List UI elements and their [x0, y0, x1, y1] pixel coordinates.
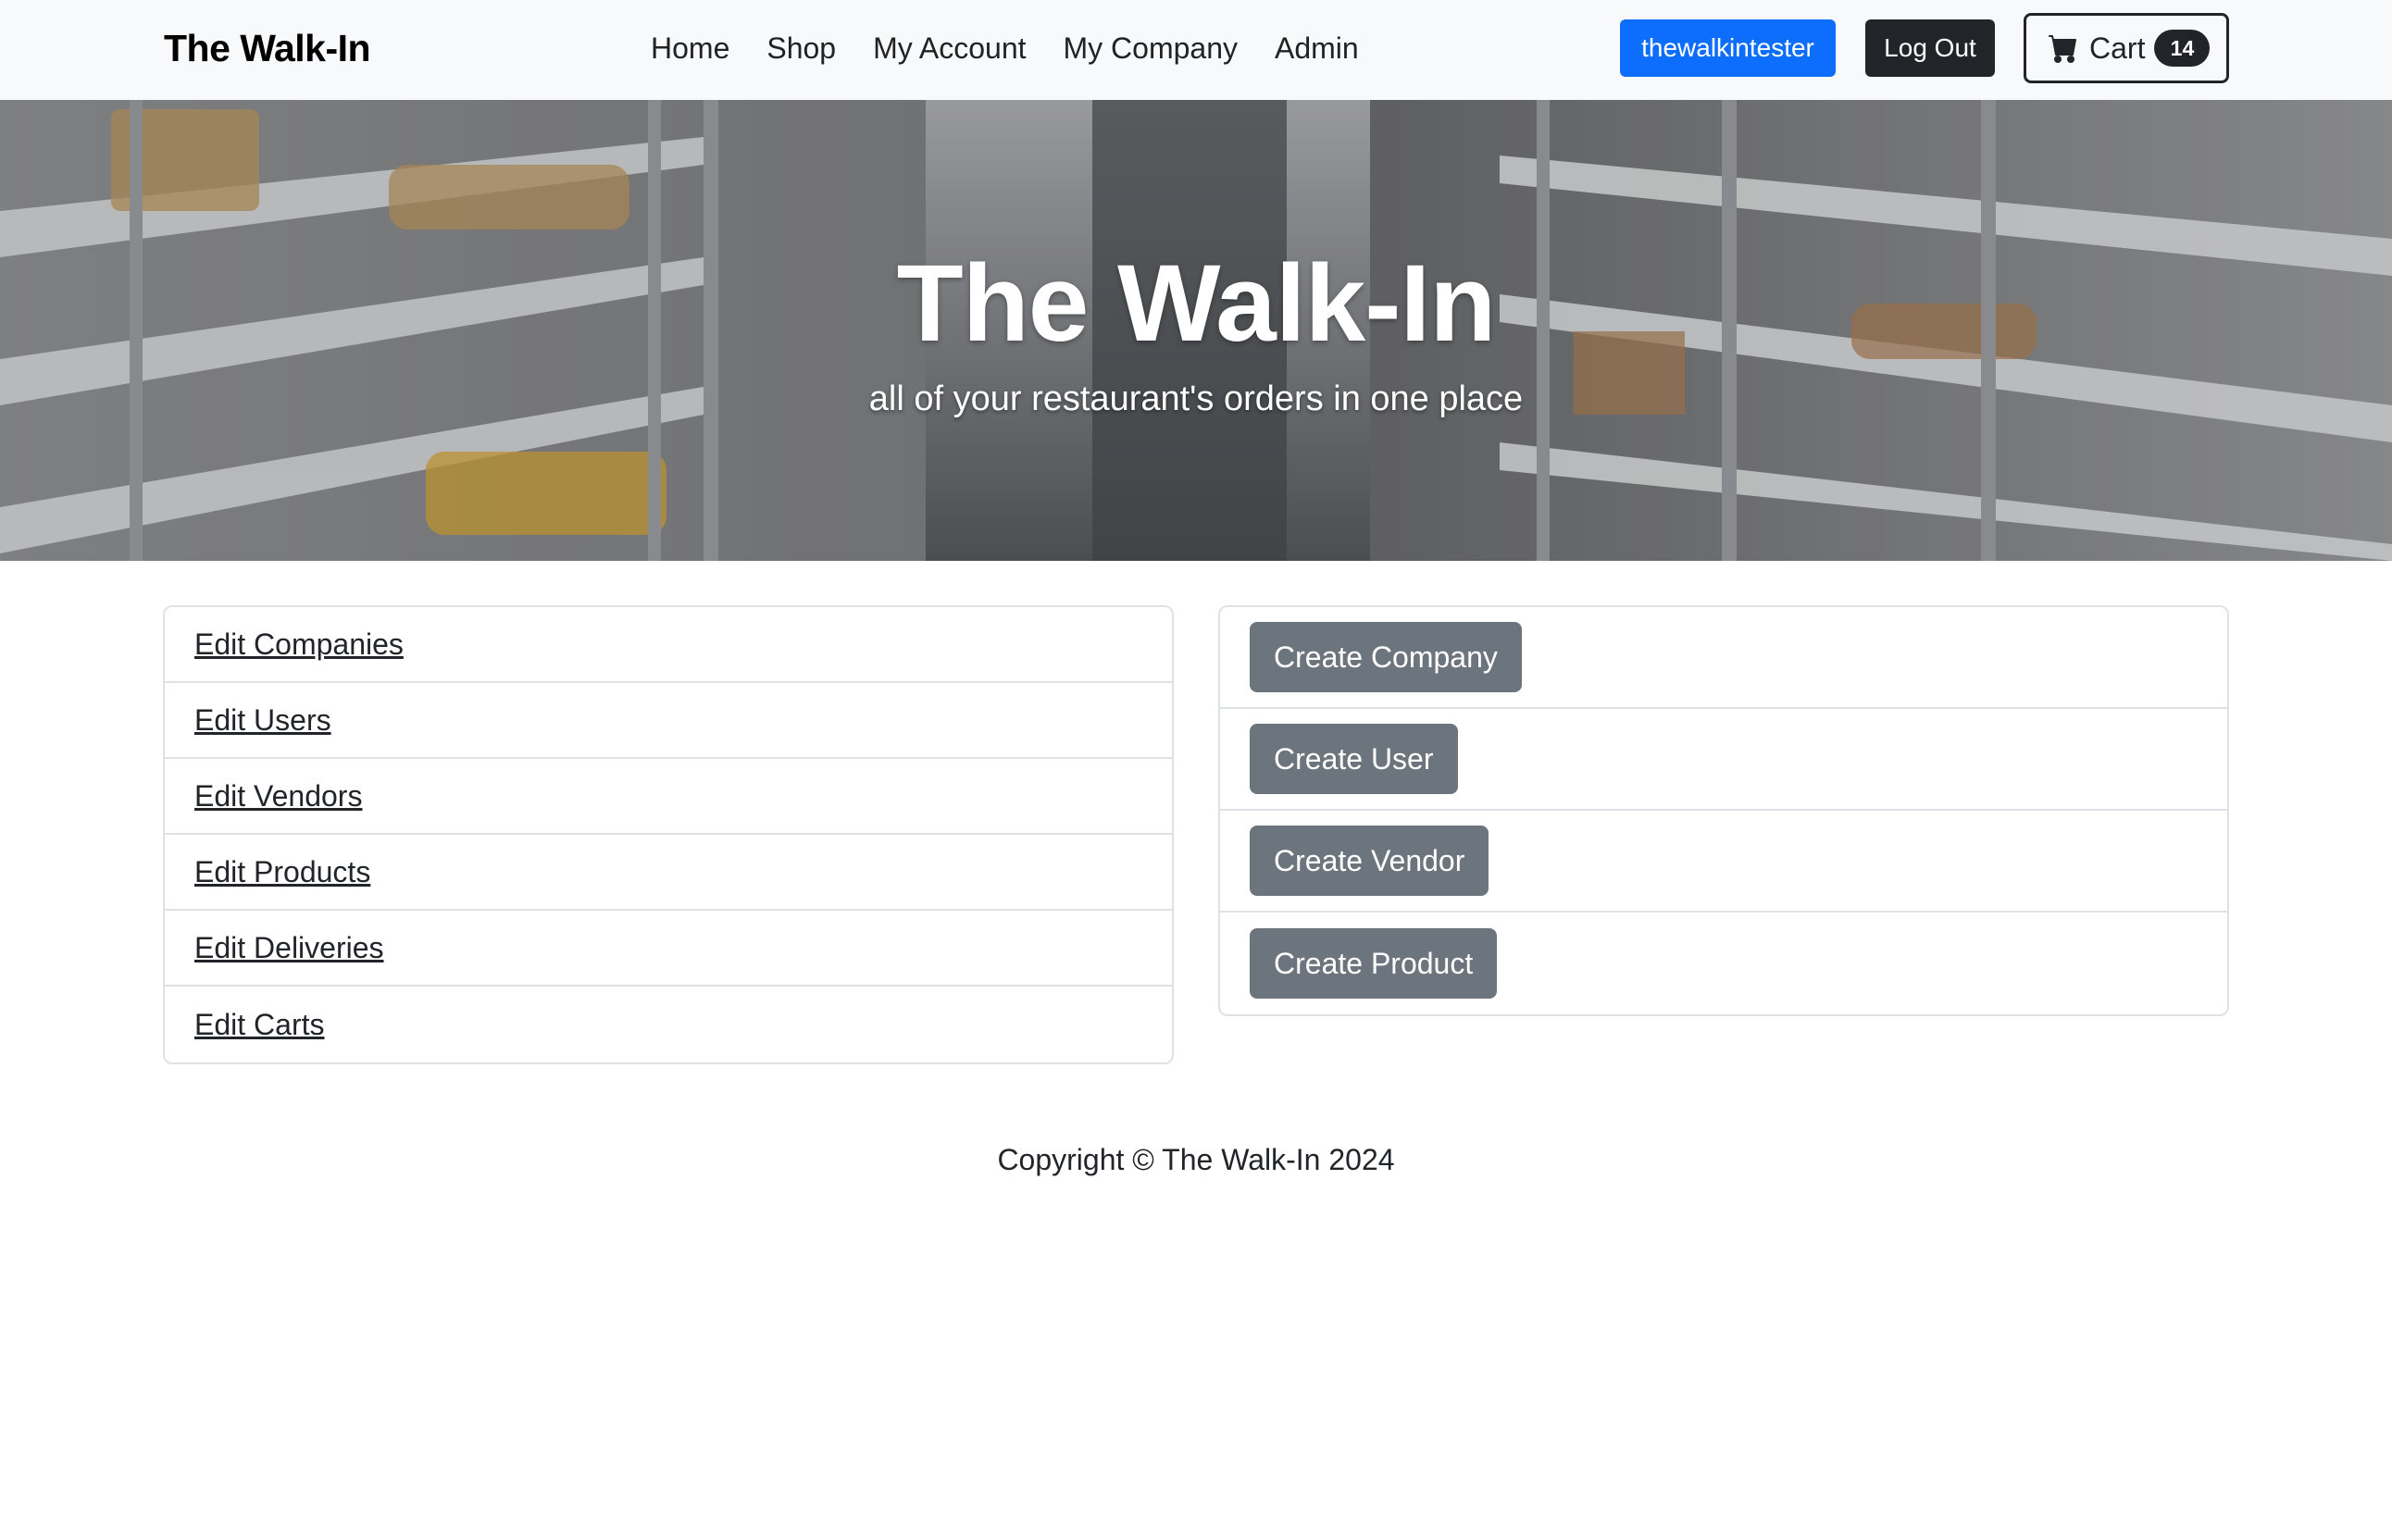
nav-link-home[interactable]: Home [651, 20, 729, 76]
create-vendor-button[interactable]: Create Vendor [1250, 826, 1489, 896]
edit-vendors-link[interactable]: Edit Vendors [194, 779, 362, 813]
nav-link-my-company[interactable]: My Company [1064, 20, 1239, 76]
nav-link-shop[interactable]: Shop [766, 20, 836, 76]
list-item: Create Vendor [1220, 811, 2227, 913]
cart-icon [2049, 33, 2078, 63]
nav-links: Home Shop My Account My Company Admin [651, 20, 1359, 76]
hero-title: The Walk-In [896, 242, 1497, 365]
footer-copyright: Copyright © The Walk-In 2024 [997, 1143, 1395, 1176]
create-company-button[interactable]: Create Company [1250, 622, 1522, 692]
edit-links-list: Edit Companies Edit Users Edit Vendors E… [163, 605, 1174, 1064]
edit-companies-link[interactable]: Edit Companies [194, 627, 404, 662]
cart-button[interactable]: Cart 14 [2024, 13, 2229, 83]
nav-link-admin[interactable]: Admin [1275, 20, 1359, 76]
create-buttons-list: Create Company Create User Create Vendor… [1218, 605, 2229, 1016]
hero-banner: The Walk-In all of your restaurant's ord… [0, 100, 2392, 561]
navbar: The Walk-In Home Shop My Account My Comp… [0, 0, 2392, 100]
list-item: Create Product [1220, 913, 2227, 1014]
list-item: Create Company [1220, 607, 2227, 709]
list-item: Edit Products [165, 835, 1172, 911]
create-product-button[interactable]: Create Product [1250, 928, 1498, 999]
list-item: Create User [1220, 709, 2227, 811]
brand-logo[interactable]: The Walk-In [164, 20, 371, 76]
cart-count-badge: 14 [2154, 30, 2211, 67]
user-button[interactable]: thewalkintester [1620, 19, 1836, 77]
edit-products-link[interactable]: Edit Products [194, 855, 370, 889]
edit-deliveries-link[interactable]: Edit Deliveries [194, 931, 384, 965]
list-item: Edit Vendors [165, 759, 1172, 835]
list-item: Edit Deliveries [165, 911, 1172, 987]
cart-label: Cart [2089, 31, 2146, 65]
nav-link-my-account[interactable]: My Account [873, 20, 1026, 76]
create-user-button[interactable]: Create User [1250, 724, 1458, 794]
list-item: Edit Companies [165, 607, 1172, 683]
logout-button[interactable]: Log Out [1865, 19, 1995, 77]
list-item: Edit Users [165, 683, 1172, 759]
edit-carts-link[interactable]: Edit Carts [194, 1008, 324, 1042]
list-item: Edit Carts [165, 987, 1172, 1062]
hero-subtitle: all of your restaurant's orders in one p… [868, 379, 1524, 418]
edit-users-link[interactable]: Edit Users [194, 703, 331, 738]
